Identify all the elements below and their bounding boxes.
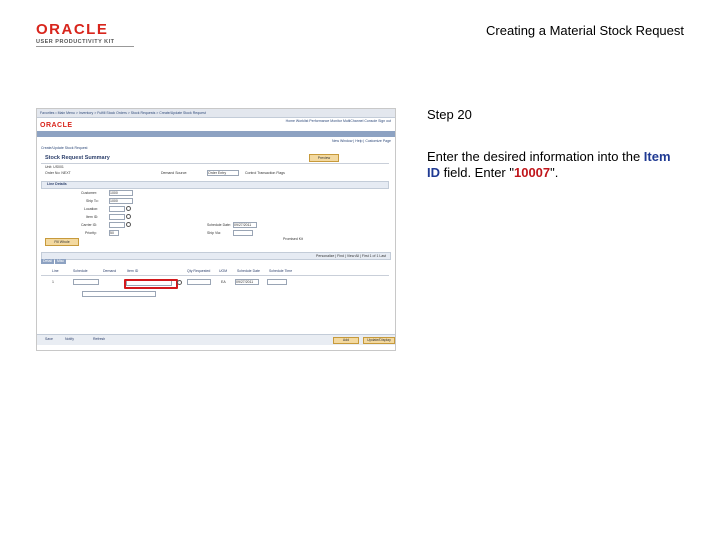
schedule-date-label: Schedule Date: (207, 223, 231, 227)
step-instructions: Enter the desired information into the I… (427, 149, 677, 181)
priority-value: 50 (110, 231, 114, 235)
priority-label: Priority: (85, 231, 97, 235)
step-title: Step 20 (427, 107, 472, 122)
line-details-bar (41, 181, 389, 189)
col-qty: Qty Requested (187, 269, 211, 273)
refresh-button[interactable]: Refresh (93, 337, 105, 342)
item-id-label: Item ID: (86, 215, 99, 219)
priority-input[interactable]: 50 (109, 230, 119, 236)
title-divider (41, 163, 389, 164)
ship-to-input[interactable]: 1000 (109, 198, 133, 204)
update-display-button[interactable]: Update/Display (363, 337, 395, 344)
save-button[interactable]: Save (45, 337, 53, 342)
location-lookup-icon[interactable] (126, 206, 131, 211)
ship-to-label: Ship To: (86, 199, 99, 203)
schedule-date-value: 09/27/2011 (234, 223, 252, 227)
menu-navbar: Favorites • Main Menu > Inventory > Fulf… (37, 109, 395, 118)
carrier-input[interactable] (109, 222, 125, 228)
order-no-label: Order No: NEXT (45, 171, 71, 175)
row-schedule-input[interactable] (73, 279, 99, 285)
fill-whole-button[interactable]: Fill Whole (45, 238, 79, 246)
page-links[interactable]: New Window | Help | Customize Page (332, 139, 391, 143)
location-input[interactable] (109, 206, 125, 212)
col-schedule-time: Schedule Time (269, 269, 293, 273)
col-line: Line (52, 269, 59, 273)
row-qty-input[interactable] (187, 279, 211, 285)
row-date-input[interactable]: 09/27/2011 (235, 279, 259, 285)
item-id-highlight (124, 279, 178, 289)
breadcrumb: Create/Update Stock Request (41, 146, 88, 150)
ship-via-label: Ship Via: (207, 231, 221, 235)
grid-tabs: Detail Misc (41, 259, 81, 264)
ship-to-value: 1000 (110, 199, 118, 203)
instruction-prefix: Enter the desired information into the (427, 149, 644, 164)
grid-header: Personalize | Find | View All | First 1 … (41, 252, 391, 260)
nav-path[interactable]: Favorites • Main Menu > Inventory > Fulf… (40, 111, 206, 115)
carrier-lookup-icon[interactable] (126, 222, 131, 227)
document-title: Creating a Material Stock Request (486, 23, 684, 38)
logo-divider (36, 46, 134, 47)
logo-product: USER PRODUCTIVITY KIT (36, 39, 115, 45)
oracle-logo: ORACLE USER PRODUCTIVITY KIT (36, 21, 132, 46)
grid-divider (41, 275, 389, 276)
row-date-value: 09/27/2011 (236, 280, 254, 284)
ship-via-input[interactable] (233, 230, 253, 236)
preview-button[interactable]: Preview (309, 154, 339, 162)
col-uom: UOM (219, 269, 228, 273)
header-band (37, 131, 395, 137)
location-label: Location: (84, 207, 99, 211)
instruction-suffix: ". (550, 165, 559, 180)
value-highlight: 10007 (513, 165, 551, 180)
schedule-date-input[interactable]: 09/27/2011 (233, 222, 257, 228)
tab-detail[interactable]: Detail (41, 259, 54, 264)
promised-kit-label: Promised Kit (283, 237, 303, 241)
col-item-id: Item ID (127, 269, 139, 273)
customer-value: 1000 (110, 191, 118, 195)
tab-misc[interactable]: Misc (54, 259, 67, 264)
item-lookup-icon[interactable] (126, 214, 131, 219)
carrier-label: Carrier ID: (81, 223, 98, 227)
logo-wordmark: ORACLE (36, 21, 109, 38)
row-item-lookup-icon[interactable] (177, 280, 182, 285)
customer-label: Customer: (81, 191, 98, 195)
instruction-middle: field. Enter " (440, 165, 514, 180)
notify-button[interactable]: Notify (65, 337, 74, 342)
unit-label: Unit: US001 (45, 165, 64, 169)
grid-nav[interactable]: Personalize | Find | View All | First 1 … (316, 254, 386, 258)
col-schedule: Schedule (73, 269, 88, 273)
header-item-id-input[interactable] (109, 214, 125, 220)
row-line-number: 1 (52, 280, 54, 284)
control-flags-link[interactable]: Control Transaction Flags (245, 171, 285, 175)
demand-source-dropdown[interactable]: Order Entry (207, 170, 239, 176)
customer-input[interactable]: 1000 (109, 190, 133, 196)
app-logo: ORACLE (40, 122, 73, 129)
demand-source-label: Demand Source: (161, 171, 188, 175)
row-time-input[interactable] (267, 279, 287, 285)
page-title: Stock Request Summary (45, 155, 110, 161)
line-details-label[interactable]: Line Details (47, 182, 67, 186)
row-action-dropdown[interactable] (82, 291, 156, 297)
col-demand: Demand (103, 269, 117, 273)
row-uom: EA (221, 280, 226, 284)
demand-source-value: Order Entry (208, 171, 227, 175)
col-schedule-date: Schedule Date (237, 269, 260, 273)
add-button[interactable]: Add (333, 337, 359, 344)
top-links[interactable]: Home Worklist Performance Monitor MultiC… (286, 119, 391, 123)
screenshot-thumbnail: Favorites • Main Menu > Inventory > Fulf… (36, 108, 396, 351)
